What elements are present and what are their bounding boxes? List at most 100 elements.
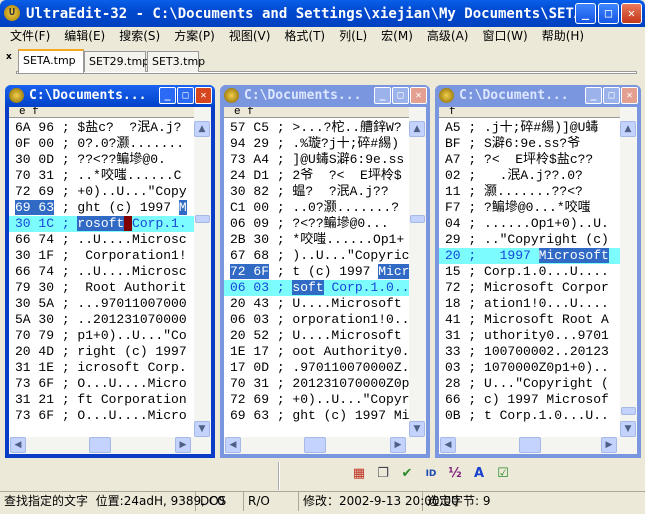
maximize-button[interactable]: □ [598,3,619,24]
scroll-left-button[interactable]: ◀ [10,437,26,453]
maximize-button[interactable]: □ [603,87,620,104]
hex-row[interactable]: 73 6F ; O...U....Micro [9,376,194,392]
menu-item[interactable]: 列(L) [333,27,375,46]
scroll-thumb[interactable] [519,437,541,453]
scroll-left-button[interactable]: ◀ [225,437,241,453]
hex-row[interactable]: 66 74 ; ..U....Microsc [9,232,194,248]
menu-item[interactable]: 方案(P) [168,27,223,46]
close-button[interactable]: ✕ [621,3,642,24]
hex-row[interactable]: 72 6F ; t (c) 1997 Micr [224,264,409,280]
menu-item[interactable]: 搜索(S) [113,27,168,46]
editor-window[interactable]: C:\Documents... _ □ ✕ e f 57 C5 ; >...?柁..… [220,85,430,458]
hex-row[interactable]: 30 0D ; ??<??鳊墋@0. [9,152,194,168]
scroll-right-button[interactable]: ▶ [601,437,617,453]
hex-row[interactable]: 31 21 ; ft Corporation [9,392,194,408]
vertical-scrollbar[interactable]: ▲ ▼ [409,107,426,437]
scroll-right-button[interactable]: ▶ [390,437,406,453]
hex-row[interactable]: 06 03 ; soft Corp.1.0.. [224,280,409,296]
hex-row[interactable]: 70 31 ; ..*咬嗤......C [9,168,194,184]
hex-row[interactable]: 30 82 ; 蝹? ?泯A.j?? [224,184,409,200]
hex-row[interactable]: 17 0D ; .970110070000Z. [224,360,409,376]
font-icon[interactable]: A [470,465,488,483]
hex-row[interactable]: 72 69 ; +0)..U..."Copyr [224,392,409,408]
file-check-icon[interactable]: ☑ [494,465,512,483]
hex-row[interactable]: 20 43 ; U....Microsoft [224,296,409,312]
hex-row[interactable]: 72 ; Microsoft Corpor [439,280,620,296]
minimize-button[interactable]: _ [159,87,176,104]
copy-pages-icon[interactable]: ❐ [374,465,392,483]
scroll-right-button[interactable]: ▶ [175,437,191,453]
hex-row[interactable]: 11 ; 灏.......??<? [439,184,620,200]
hex-row[interactable]: 31 1E ; icrosoft Corp. [9,360,194,376]
hex-row[interactable]: 73 A4 ; ]@U蝳S澼6:9e.ss [224,152,409,168]
menu-item[interactable]: 帮助(H) [536,27,592,46]
editor-window[interactable]: C:\Document... _ □ ✕ f A5 ; .j十;碎#緆)]@U蝳 BF… [435,85,641,458]
id-icon[interactable]: ID [422,465,440,483]
number-convert-icon[interactable]: ½ [446,465,464,483]
hex-row[interactable]: 30 5A ; ...97011007000 [9,296,194,312]
close-button[interactable]: ✕ [410,87,427,104]
vertical-scrollbar[interactable]: ▲ ▼ [620,107,637,437]
menu-item[interactable]: 视图(V) [223,27,279,46]
hex-row[interactable]: 29 ; .."Copyright (c) [439,232,620,248]
editor-window-title[interactable]: C:\Document... _ □ ✕ [435,85,641,107]
vertical-scrollbar[interactable]: ▲ ▼ [194,107,211,437]
hex-row[interactable]: 0B ; t Corp.1.0...U.. [439,408,620,424]
scroll-thumb[interactable] [621,407,636,415]
hex-rows[interactable]: 57 C5 ; >...?柁..艚鋅W? 94 29 ; .%璇?j十;碎#緆) 7… [224,120,409,424]
hex-row[interactable]: A7 ; ?< E坪柃$盐c?? [439,152,620,168]
hex-row[interactable]: 1E 17 ; oot Authority0. [224,344,409,360]
menu-item[interactable]: 编辑(E) [58,27,113,46]
hex-rows[interactable]: 6A 96 ; $盐c? ?泯A.j? 0F 00 ; 0?.0?灏.......… [9,120,194,424]
hex-row[interactable]: F7 ; ?鳊墋@0...*咬嗤 [439,200,620,216]
hex-row[interactable]: 66 ; c) 1997 Microsof [439,392,620,408]
hex-row[interactable]: A5 ; .j十;碎#緆)]@U蝳 [439,120,620,136]
scroll-down-button[interactable]: ▼ [620,421,636,437]
hex-row[interactable]: 5A 30 ; ..201231070000 [9,312,194,328]
minimize-button[interactable]: _ [374,87,391,104]
hex-row[interactable]: 2B 30 ; *咬嗤......Op1+ [224,232,409,248]
close-button[interactable]: ✕ [621,87,638,104]
scroll-left-button[interactable]: ◀ [440,437,456,453]
editor-window[interactable]: C:\Documents... _ □ ✕ e f 6A 96 ; $盐c? ?泯A… [5,85,215,458]
hex-row[interactable]: 06 03 ; orporation1!0.. [224,312,409,328]
close-button[interactable]: ✕ [195,87,212,104]
scroll-down-button[interactable]: ▼ [409,421,425,437]
menu-item[interactable]: 格式(T) [278,27,333,46]
hex-row[interactable]: 20 52 ; U....Microsoft [224,328,409,344]
hex-row[interactable]: 15 ; Corp.1.0...U.... [439,264,620,280]
hex-row[interactable]: 20 ; 1997 Microsoft [439,248,620,264]
hex-row[interactable]: 30 1C ; rosoft_Corp.1. [9,216,194,232]
grid-icon[interactable]: ▦ [350,465,368,483]
scroll-up-button[interactable]: ▲ [194,121,210,137]
hex-row[interactable]: 6A 96 ; $盐c? ?泯A.j? [9,120,194,136]
hex-row[interactable]: 41 ; Microsoft Root A [439,312,620,328]
close-tab-icon[interactable]: x [6,52,16,62]
tab-set29[interactable]: SET29.tmp [84,51,149,72]
hex-row[interactable]: 0F 00 ; 0?.0?灏....... [9,136,194,152]
maximize-button[interactable]: □ [392,87,409,104]
tab-seta[interactable]: SETA.tmp [18,49,84,73]
hex-row[interactable]: 03 ; 1070000Z0p1+0).. [439,360,620,376]
menu-item[interactable]: 窗口(W) [476,27,535,46]
scroll-thumb[interactable] [304,437,326,453]
scroll-up-button[interactable]: ▲ [620,121,636,137]
scroll-thumb[interactable] [410,215,425,223]
hex-row[interactable]: 67 68 ; )..U..."Copyric [224,248,409,264]
hex-row[interactable]: 33 ; 100700002..20123 [439,344,620,360]
hex-row[interactable]: 73 6F ; O...U....Micro [9,408,194,424]
hex-row[interactable]: 69 63 ; ght (c) 1997 Mi [224,408,409,424]
hex-row[interactable]: 06 09 ; ?<??鳊墋@0... [224,216,409,232]
horizontal-scrollbar[interactable]: ◀ ▶ [9,437,211,454]
hex-row[interactable]: 57 C5 ; >...?柁..艚鋅W? [224,120,409,136]
hex-row[interactable]: 79 30 ; Root Authorit [9,280,194,296]
scroll-up-button[interactable]: ▲ [409,121,425,137]
hex-rows[interactable]: A5 ; .j十;碎#緆)]@U蝳 BF ; S澼6:9e.ss?爷 A7 ; ?<… [439,120,620,424]
hex-row[interactable]: 94 29 ; .%璇?j十;碎#緆) [224,136,409,152]
tab-set3[interactable]: SET3.tmp [147,51,205,72]
scroll-thumb[interactable] [89,437,111,453]
horizontal-scrollbar[interactable]: ◀ ▶ [439,437,637,454]
hex-row[interactable]: 04 ; ......Op1+0)..U. [439,216,620,232]
minimize-button[interactable]: _ [575,3,596,24]
hex-row[interactable]: 69 63 ; ght (c) 1997 M [9,200,194,216]
